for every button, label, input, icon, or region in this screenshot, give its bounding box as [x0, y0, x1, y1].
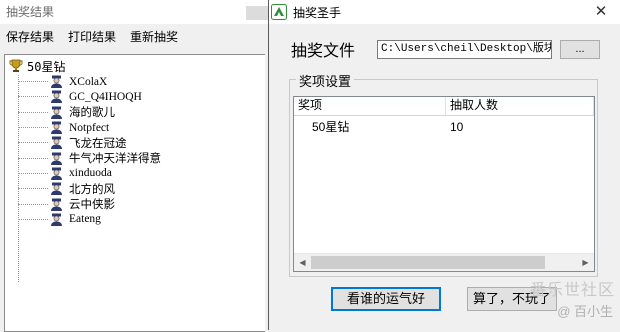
column-header-prize[interactable]: 奖项: [294, 97, 446, 115]
scrollbar-thumb[interactable]: [311, 256, 545, 269]
results-tree: 50星钻 XColaX GC_Q4IHOQH 海的歌儿 Notpfect 飞龙在…: [4, 54, 265, 332]
trophy-icon: [9, 59, 23, 72]
user-icon: [51, 75, 62, 89]
app-icon: [271, 4, 287, 20]
results-titlebar: 抽奖结果: [0, 0, 268, 24]
results-titlebar-button[interactable]: [246, 6, 268, 20]
file-row: 抽奖文件 C:\Users\cheil\Desktop\版块活 ...: [291, 37, 601, 61]
lottery-window-title: 抽奖圣手: [293, 5, 342, 20]
scroll-left-icon[interactable]: ◀: [294, 254, 311, 271]
tree-item[interactable]: Eateng: [18, 212, 161, 227]
browse-button[interactable]: ...: [560, 39, 601, 59]
tree-item-label: xinduoda: [69, 167, 112, 180]
user-icon: [51, 136, 62, 150]
user-icon: [51, 198, 62, 211]
user-icon: [51, 121, 62, 135]
tree-root-label: 50星钻: [27, 59, 66, 74]
menu-save-results[interactable]: 保存结果: [6, 28, 54, 45]
tree-item[interactable]: 飞龙在冠途: [18, 135, 161, 150]
tree-item[interactable]: 云中侠影: [18, 196, 161, 211]
list-header: 奖项 抽取人数: [294, 97, 594, 116]
tree-item-label: Eateng: [69, 213, 101, 226]
file-path-input[interactable]: C:\Users\cheil\Desktop\版块活: [377, 39, 553, 59]
tree-item[interactable]: GC_Q4IHOQH: [18, 89, 161, 104]
tree-items: XColaX GC_Q4IHOQH 海的歌儿 Notpfect 飞龙在冠途 牛气…: [18, 74, 161, 227]
user-icon: [51, 167, 62, 180]
group-title: 奖项设置: [296, 71, 355, 90]
tree-item[interactable]: xinduoda: [18, 166, 161, 181]
menu-redraw[interactable]: 重新抽奖: [130, 28, 178, 45]
tree-item[interactable]: Notpfect: [18, 120, 161, 135]
cell-prize: 50星钻: [312, 120, 350, 134]
prize-settings-group: 奖项设置 奖项 抽取人数 50星钻 10 ◀ ▶: [289, 71, 598, 277]
close-icon[interactable]: ✕: [593, 4, 609, 20]
tree-item-label: 北方的风: [69, 183, 115, 196]
results-window: 抽奖结果 保存结果 打印结果 重新抽奖 50星钻 XColaX GC_Q4IHO…: [0, 0, 268, 332]
tree-item-label: Notpfect: [69, 121, 110, 134]
user-icon: [51, 90, 62, 104]
user-icon: [51, 152, 62, 165]
draw-button[interactable]: 看谁的运气好: [331, 287, 441, 311]
tree-item[interactable]: XColaX: [18, 74, 161, 89]
prize-list[interactable]: 奖项 抽取人数 50星钻 10 ◀ ▶: [293, 96, 595, 272]
tree-item-label: 海的歌儿: [69, 107, 115, 120]
tree-item-label: 飞龙在冠途: [69, 137, 127, 150]
tree-item-label: 牛气冲天洋洋得意: [69, 153, 161, 166]
tree-item-label: XColaX: [69, 75, 108, 88]
file-label: 抽奖文件: [291, 43, 356, 60]
watermark: 番乐世社区: [529, 282, 615, 299]
scroll-right-icon[interactable]: ▶: [577, 254, 594, 271]
menu-print-results[interactable]: 打印结果: [68, 28, 116, 45]
user-icon: [51, 182, 62, 196]
user-icon: [51, 106, 62, 119]
lottery-window: 抽奖圣手 ✕ 抽奖文件 C:\Users\cheil\Desktop\版块活 .…: [268, 0, 620, 330]
watermark-credit: @ 百小生: [557, 304, 613, 319]
results-menu-bar: 保存结果 打印结果 重新抽奖: [0, 24, 268, 48]
tree-item[interactable]: 北方的风: [18, 181, 161, 196]
column-header-count[interactable]: 抽取人数: [446, 97, 594, 115]
tree-item-label: GC_Q4IHOQH: [69, 90, 142, 103]
tree-item-label: 云中侠影: [69, 199, 115, 212]
results-window-title: 抽奖结果: [6, 5, 55, 19]
horizontal-scrollbar[interactable]: ◀ ▶: [294, 253, 594, 271]
cell-count: 10: [450, 120, 464, 134]
tree-item[interactable]: 牛气冲天洋洋得意: [18, 150, 161, 165]
tree-item[interactable]: 海的歌儿: [18, 105, 161, 120]
user-icon: [51, 213, 62, 226]
tree-root[interactable]: 50星钻: [9, 58, 65, 74]
lottery-titlebar: 抽奖圣手 ✕: [269, 0, 620, 24]
list-row[interactable]: 50星钻 10: [294, 118, 594, 136]
